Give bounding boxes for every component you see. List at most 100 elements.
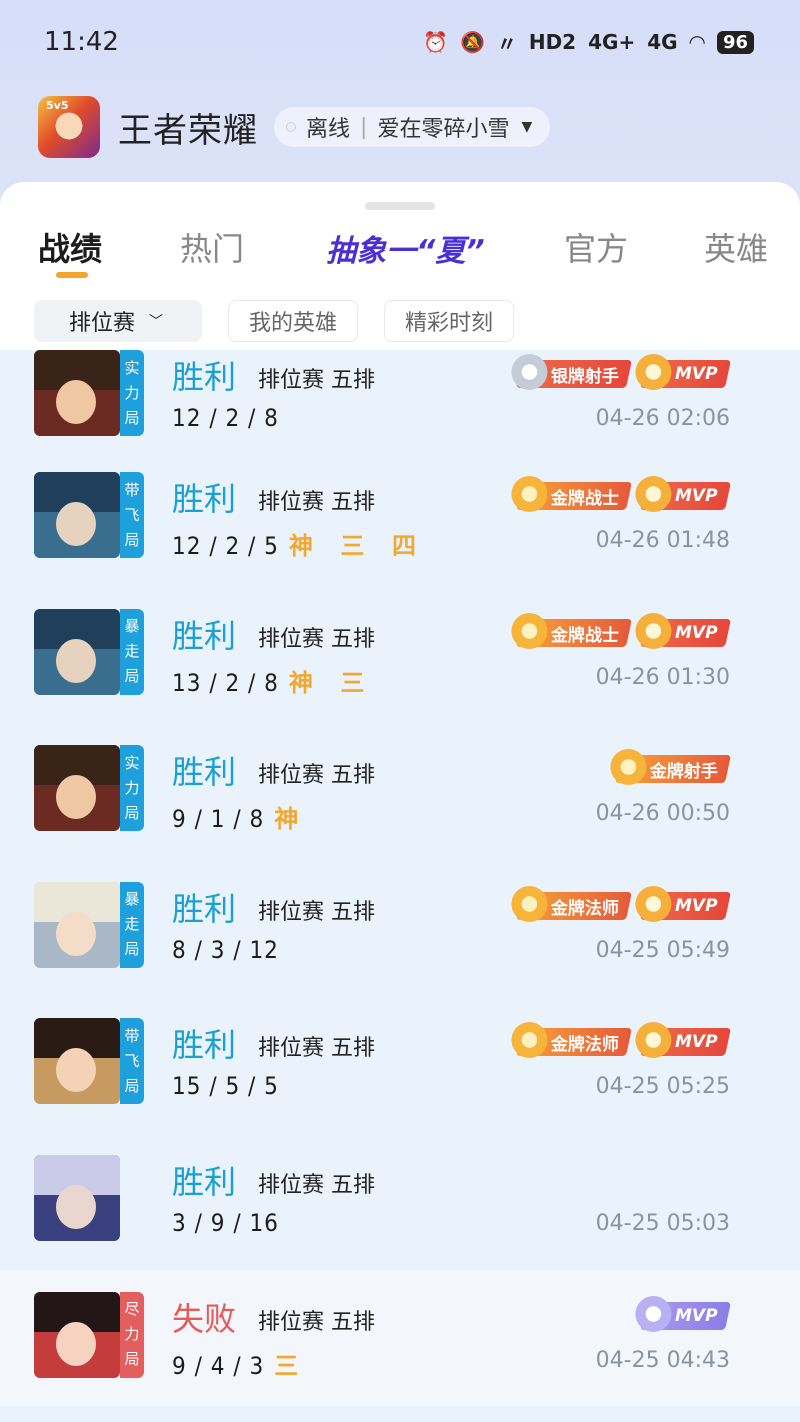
signal-icon-2: 4G xyxy=(647,30,678,54)
kda-value: 12 / 2 / 8 xyxy=(172,404,279,432)
nfc-icon: 〃 xyxy=(496,31,517,56)
caret-down-icon: ▼ xyxy=(521,119,533,135)
my-heroes-filter[interactable]: 我的英雄 xyxy=(228,300,359,342)
account-switcher[interactable]: 离线 | 爱在零碎小雪 ▼ xyxy=(274,107,551,147)
tab-heroes[interactable]: 英雄 xyxy=(704,224,768,270)
tab-hot[interactable]: 热门 xyxy=(180,224,244,270)
match-mode: 排位赛 五排 xyxy=(258,1036,375,1062)
kda-value: 12 / 2 / 5 xyxy=(172,532,279,560)
match-row[interactable]: 暴走局 胜利 排位赛 五排 13 / 2 / 8 神 三 金牌战士 MVP 04-26 01:… xyxy=(0,587,800,724)
badge-group: 金牌法师 MVP xyxy=(511,1022,731,1059)
medal-icon xyxy=(635,885,672,922)
match-row[interactable]: 带飞局 胜利 排位赛 五排 12 / 2 / 5 神 三 四 金牌战士 MVP 04-26 0… xyxy=(0,450,800,587)
mvp-badge: MVP xyxy=(635,354,731,390)
badge-group: 银牌射手 MVP xyxy=(511,354,731,390)
chevron-down-icon: ﹀ xyxy=(149,314,164,330)
badge-group: 金牌战士 MVP xyxy=(511,476,731,512)
alarm-icon: ⏰ xyxy=(423,30,448,54)
online-status-dot xyxy=(286,122,296,132)
kda-line: 9 / 4 / 3 三 xyxy=(172,1346,308,1381)
kda-line: 13 / 2 / 8 神 三 xyxy=(172,663,374,698)
medal-icon xyxy=(511,885,548,922)
match-mode: 排位赛 五排 xyxy=(258,1309,375,1335)
honor-marks: 神 三 四 xyxy=(288,532,426,560)
medal-icon xyxy=(635,1295,672,1332)
match-row[interactable]: 暴走局 胜利 排位赛 五排 8 / 3 / 12 金牌法师 MVP 04-25 05:49 xyxy=(0,860,800,997)
medal-icon xyxy=(511,1022,548,1059)
highlights-filter[interactable]: 精彩时刻 xyxy=(384,300,515,342)
status-icons: ⏰ 🔕 〃 HD2 4G+ 4G ◠ 96 xyxy=(423,28,754,57)
match-result: 胜利 xyxy=(172,1162,237,1201)
sheet-header: 战绩 热门 抽象一“夏” 官方 英雄 排位赛 ﹀ 我的英雄 精彩时刻 xyxy=(0,182,800,350)
hero-avatar[interactable] xyxy=(34,1154,120,1241)
match-row[interactable]: 胜利 排位赛 五排 3 / 9 / 16 04-25 05:03 xyxy=(0,1133,800,1270)
match-quality-tag: 暴走局 xyxy=(120,608,144,695)
hero-avatar[interactable] xyxy=(34,745,120,832)
medal-icon xyxy=(610,749,647,786)
medal-icon xyxy=(635,354,672,390)
medal-icon xyxy=(511,612,548,649)
tab-bar: 战绩 热门 抽象一“夏” 官方 英雄 xyxy=(0,224,800,284)
tab-official[interactable]: 官方 xyxy=(564,224,628,270)
honor-marks: 神 三 xyxy=(288,668,375,697)
match-mode: 排位赛 五排 xyxy=(258,763,375,789)
match-quality-tag: 实力局 xyxy=(120,350,144,436)
mode-filter-dropdown[interactable]: 排位赛 ﹀ xyxy=(34,300,202,342)
honor-marks: 神 xyxy=(274,805,309,834)
kda-line: 8 / 3 / 12 xyxy=(172,936,279,964)
status-bar: 11:42 ⏰ 🔕 〃 HD2 4G+ 4G ◠ 96 xyxy=(0,0,800,84)
honor-marks: 三 xyxy=(274,1351,309,1380)
kda-value: 9 / 1 / 8 xyxy=(172,805,265,834)
mvp-badge: MVP xyxy=(635,1295,731,1332)
badge-group: 金牌射手 xyxy=(610,749,731,786)
medal-badge: 金牌战士 xyxy=(511,476,633,512)
kda-value: 9 / 4 / 3 xyxy=(172,1351,265,1380)
battery-icon: 96 xyxy=(716,30,754,54)
filter-bar: 排位赛 ﹀ 我的英雄 精彩时刻 xyxy=(34,300,515,342)
app-logo: 5v5 xyxy=(38,96,100,158)
match-result: 胜利 xyxy=(172,753,237,792)
medal-icon xyxy=(635,1022,672,1059)
badge-group: 金牌战士 MVP xyxy=(511,612,731,649)
match-result: 胜利 xyxy=(172,889,237,928)
match-quality-tag: 实力局 xyxy=(120,745,144,832)
match-result: 胜利 xyxy=(172,1026,237,1065)
tab-summer-event[interactable]: 抽象一“夏” xyxy=(326,226,485,270)
mvp-badge: MVP xyxy=(635,1022,731,1059)
match-time: 04-25 04:43 xyxy=(595,1347,730,1373)
match-quality-tag: 带飞局 xyxy=(120,1018,144,1105)
match-mode: 排位赛 五排 xyxy=(258,490,375,515)
kda-value: 3 / 9 / 16 xyxy=(172,1208,279,1237)
badge-group: 金牌法师 MVP xyxy=(511,885,731,922)
match-time: 04-25 05:49 xyxy=(595,937,730,963)
kda-line: 9 / 1 / 8 神 xyxy=(172,799,308,834)
match-mode: 排位赛 五排 xyxy=(258,1172,375,1198)
hero-avatar[interactable] xyxy=(34,881,120,968)
medal-icon xyxy=(635,476,672,512)
kda-line: 12 / 2 / 5 神 三 四 xyxy=(172,526,426,561)
match-result: 胜利 xyxy=(172,358,237,396)
match-row[interactable]: 尽力局 失败 排位赛 五排 9 / 4 / 3 三 MVP 04-25 04:43 xyxy=(0,1269,800,1407)
tab-record[interactable]: 战绩 xyxy=(38,224,102,270)
medal-badge: 银牌射手 xyxy=(511,354,633,390)
hero-avatar[interactable] xyxy=(34,472,120,558)
match-row[interactable]: 实力局 胜利 排位赛 五排 12 / 2 / 8 银牌射手 MVP 04-26 02:06 xyxy=(0,350,800,450)
mvp-badge: MVP xyxy=(635,476,731,512)
hero-avatar[interactable] xyxy=(34,1291,120,1378)
match-row[interactable]: 带飞局 胜利 排位赛 五排 15 / 5 / 5 金牌法师 MVP 04-25 05:25 xyxy=(0,996,800,1133)
hero-avatar[interactable] xyxy=(34,1018,120,1105)
match-result: 胜利 xyxy=(172,480,237,518)
hero-avatar[interactable] xyxy=(34,608,120,695)
match-row[interactable]: 实力局 胜利 排位赛 五排 9 / 1 / 8 神 金牌射手 04-26 00:50 xyxy=(0,723,800,860)
medal-icon xyxy=(511,354,548,390)
hero-avatar[interactable] xyxy=(34,350,120,436)
medal-icon xyxy=(635,612,672,649)
match-mode: 排位赛 五排 xyxy=(258,899,375,925)
medal-badge: 金牌法师 xyxy=(511,1022,633,1059)
kda-value: 15 / 5 / 5 xyxy=(172,1072,279,1101)
drag-handle[interactable] xyxy=(365,202,435,210)
online-status-text: 离线 xyxy=(306,117,351,142)
badge-group: MVP xyxy=(635,1295,731,1332)
kda-value: 8 / 3 / 12 xyxy=(172,935,279,964)
match-time: 04-26 00:50 xyxy=(595,801,730,827)
